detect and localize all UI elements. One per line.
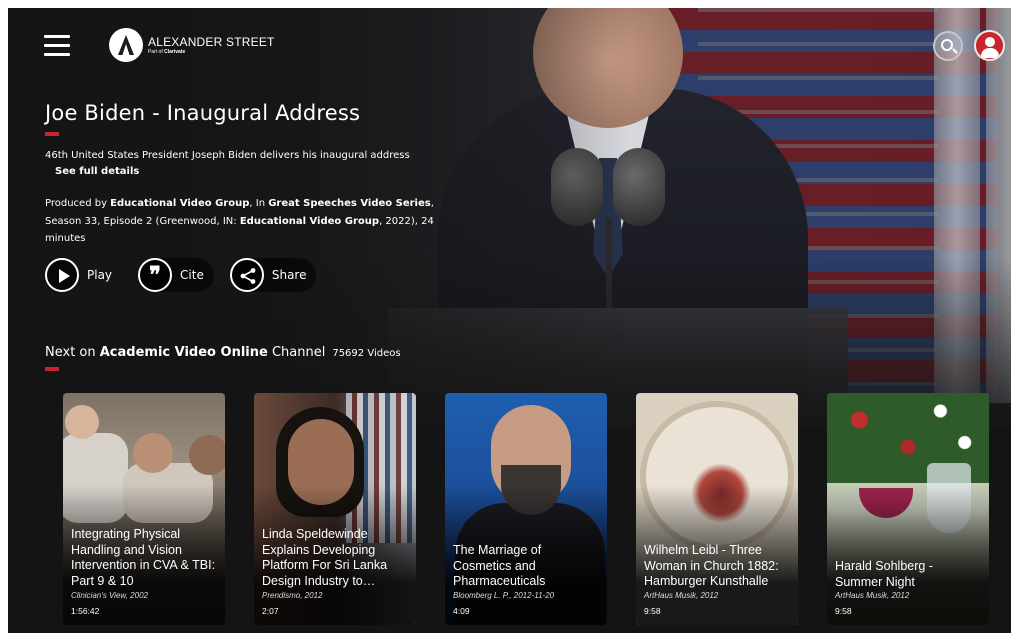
user-avatar-icon[interactable] xyxy=(974,30,1005,61)
video-card[interactable]: Wilhelm Leibl - Three Woman in Church 18… xyxy=(636,393,798,625)
logo-name: ALEXANDER STREET xyxy=(148,34,275,49)
logo-subtitle: Part of Clarivate xyxy=(148,48,186,55)
video-card-duration: 1:56:42 xyxy=(71,606,100,616)
producer-link[interactable]: Educational Video Group xyxy=(110,198,249,209)
channel-video-count: 75692 Videos xyxy=(332,348,401,359)
quote-icon: ❞ xyxy=(138,258,173,292)
video-card[interactable]: Harald Sohlberg - Summer Night ArtHaus M… xyxy=(827,393,989,625)
video-card-title: Linda Speldewinde Explains Developing Pl… xyxy=(262,527,388,588)
search-icon[interactable] xyxy=(933,31,963,61)
share-button[interactable]: Share xyxy=(229,258,317,292)
video-card-meta: Bloomberg L. P., 2012-11-20 xyxy=(453,591,555,600)
video-card[interactable]: Integrating Physical Handling and Vision… xyxy=(63,393,225,625)
video-card-meta: ArtHaus Musik, 2012 xyxy=(835,591,910,600)
hamburger-menu-icon[interactable] xyxy=(44,35,70,57)
play-button[interactable]: Play xyxy=(45,258,122,292)
video-card-duration: 4:09 xyxy=(453,606,470,616)
video-card-duration: 9:58 xyxy=(835,606,852,616)
channel-link[interactable]: Academic Video Online xyxy=(100,345,268,360)
cite-button[interactable]: ❞ Cite xyxy=(138,258,214,292)
video-card-duration: 9:58 xyxy=(644,606,661,616)
video-card-title: Harald Sohlberg - Summer Night xyxy=(835,559,933,589)
production-credits: Produced by Educational Video Group, In … xyxy=(45,198,434,244)
video-card-duration: 2:07 xyxy=(262,606,279,616)
video-title: Joe Biden - Inaugural Address xyxy=(45,101,361,125)
cite-label: Cite xyxy=(180,268,204,282)
play-icon xyxy=(45,258,79,292)
publisher-link[interactable]: Educational Video Group xyxy=(240,216,379,227)
video-description: 46th United States President Joseph Bide… xyxy=(45,150,410,161)
video-card-meta: Clinician's View, 2002 xyxy=(71,591,148,600)
title-accent-bar xyxy=(45,132,59,136)
channel-heading: Next on Academic Video Online Channel 756… xyxy=(45,345,401,360)
video-page: ALEXANDER STREET Part of Clarivate Joe B… xyxy=(8,8,1011,633)
series-link[interactable]: Great Speeches Video Series xyxy=(268,198,430,209)
video-card[interactable]: Linda Speldewinde Explains Developing Pl… xyxy=(254,393,416,625)
video-card-meta: Prendismo, 2012 xyxy=(262,591,323,600)
see-full-details-link[interactable]: See full details xyxy=(55,166,139,177)
video-card-title: Wilhelm Leibl - Three Woman in Church 18… xyxy=(644,543,779,588)
share-label: Share xyxy=(271,268,307,282)
site-logo[interactable]: ALEXANDER STREET Part of Clarivate xyxy=(109,28,275,62)
video-card-title: Integrating Physical Handling and Vision… xyxy=(71,527,216,588)
video-actions: Play ❞ Cite Share xyxy=(45,258,317,292)
channel-accent-bar xyxy=(45,367,59,371)
share-icon xyxy=(229,258,264,292)
video-card[interactable]: The Marriage of Cosmetics and Pharmaceut… xyxy=(445,393,607,625)
video-carousel: Integrating Physical Handling and Vision… xyxy=(63,393,989,625)
alexander-street-logo-icon xyxy=(109,28,143,62)
play-label: Play xyxy=(87,268,113,282)
video-card-title: The Marriage of Cosmetics and Pharmaceut… xyxy=(453,543,546,588)
video-card-meta: ArtHaus Musik, 2012 xyxy=(644,591,719,600)
